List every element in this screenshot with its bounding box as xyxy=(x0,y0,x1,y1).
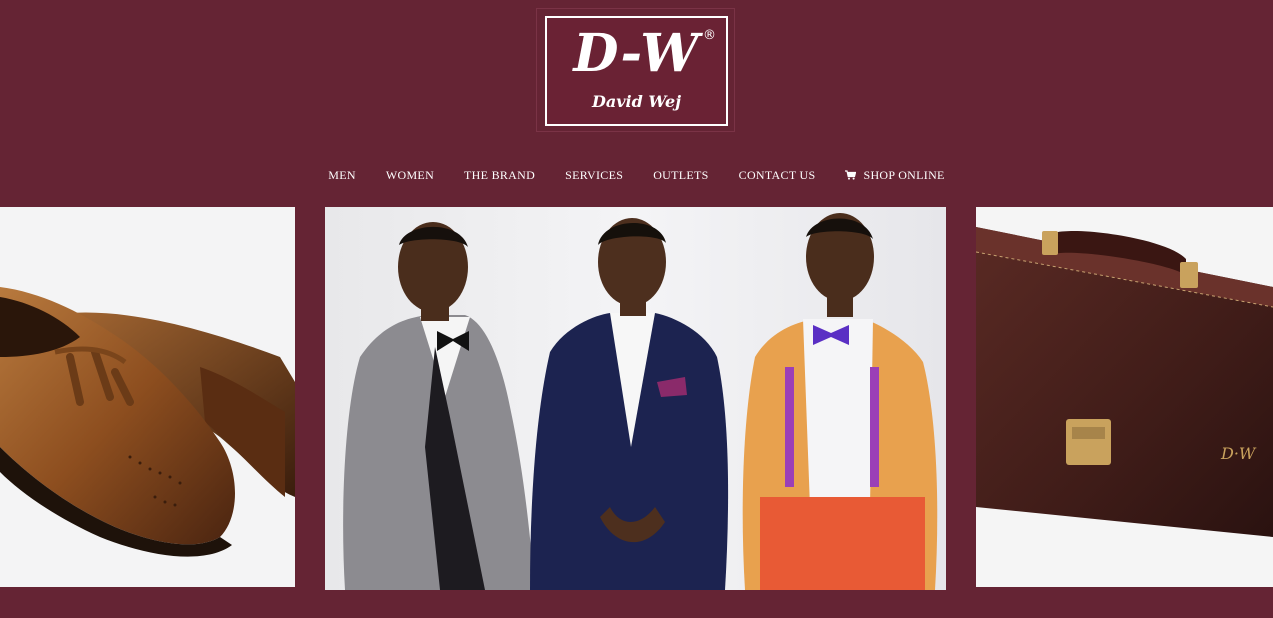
logo-mark: D-W xyxy=(573,23,700,84)
logo-subtitle: David Wej xyxy=(591,92,681,111)
nav-item-women[interactable]: WOMEN xyxy=(386,168,434,183)
nav-item-shop-online[interactable]: SHOP ONLINE xyxy=(845,168,944,183)
nav-item-services[interactable]: SERVICES xyxy=(565,168,623,183)
briefcase-emboss: D·W xyxy=(1220,444,1257,463)
registered-mark: ® xyxy=(703,28,716,43)
nav-item-contact-us[interactable]: CONTACT US xyxy=(739,168,816,183)
nav-item-outlets[interactable]: OUTLETS xyxy=(653,168,708,183)
site-logo[interactable]: D-W ® David Wej xyxy=(536,8,735,132)
shoe-image[interactable] xyxy=(0,207,295,587)
main-nav: MEN WOMEN THE BRAND SERVICES OUTLETS CON… xyxy=(0,166,1273,184)
models-image[interactable] xyxy=(325,207,946,590)
nav-item-shop-online-label: SHOP ONLINE xyxy=(863,167,945,182)
nav-item-men[interactable]: MEN xyxy=(328,168,356,183)
nav-item-the-brand[interactable]: THE BRAND xyxy=(464,168,535,183)
cart-icon xyxy=(845,170,857,180)
briefcase-image[interactable]: D·W xyxy=(976,207,1273,587)
logo-frame: D-W ® David Wej xyxy=(545,16,728,126)
